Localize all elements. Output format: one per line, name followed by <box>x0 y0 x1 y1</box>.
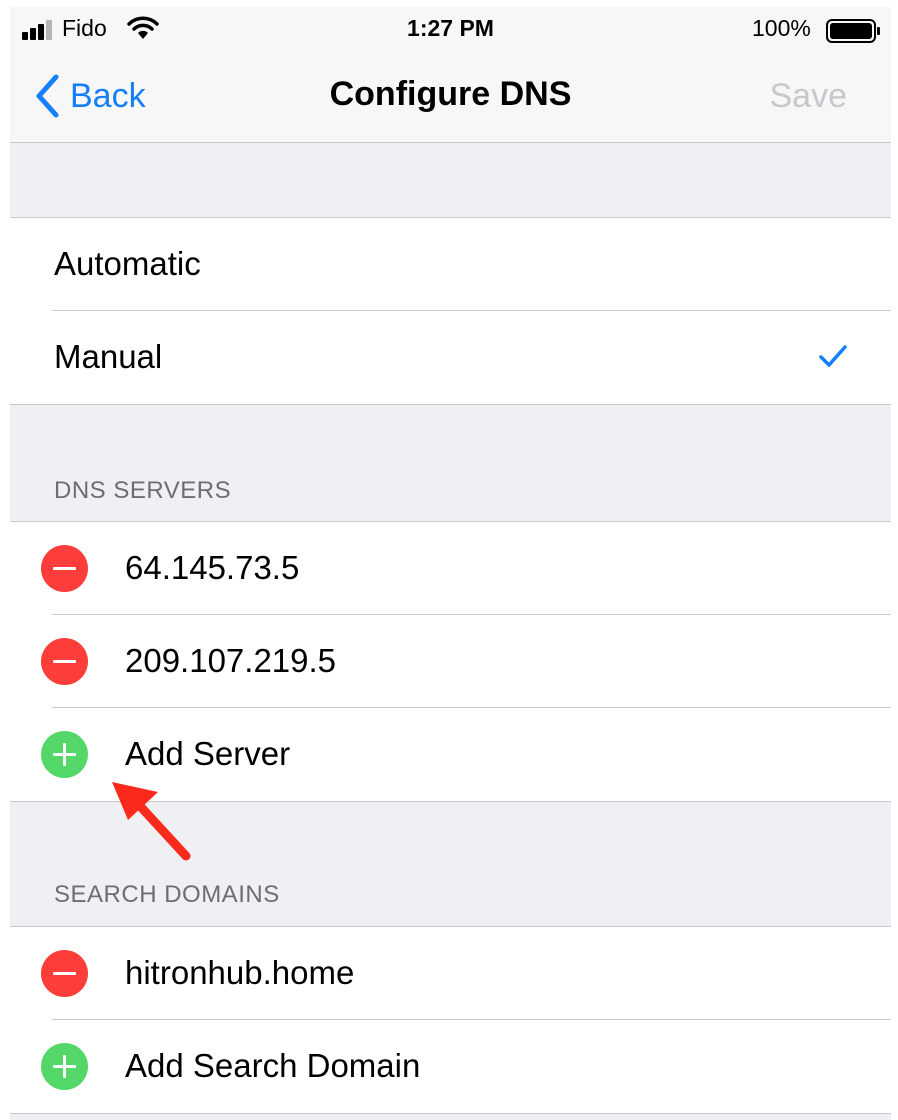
add-server-label: Add Server <box>125 735 291 772</box>
option-label: Manual <box>54 338 163 375</box>
dns-servers-header: DNS SERVERS <box>54 477 232 504</box>
option-automatic[interactable]: Automatic <box>10 218 891 311</box>
dns-mode-group: Automatic Manual <box>10 217 891 405</box>
search-domain-row: hitronhub.home <box>10 927 891 1020</box>
minus-icon <box>53 972 76 975</box>
search-domains-header: SEARCH DOMAINS <box>54 881 280 908</box>
status-bar: Fido 1:27 PM 100% <box>10 7 891 49</box>
checkmark-icon <box>819 345 847 367</box>
annotation-arrow-icon <box>112 782 191 861</box>
dns-server-address[interactable]: 64.145.73.5 <box>125 549 299 587</box>
top-border <box>10 0 891 7</box>
option-manual[interactable]: Manual <box>10 311 891 404</box>
delete-domain-button[interactable] <box>41 950 88 997</box>
option-label: Automatic <box>54 245 201 282</box>
plus-icon-vertical <box>63 1055 66 1078</box>
add-search-domain-row[interactable]: Add Search Domain <box>10 1020 891 1113</box>
battery-percent: 100% <box>752 15 811 41</box>
battery-icon <box>826 19 880 43</box>
dns-server-row: 64.145.73.5 <box>10 522 891 615</box>
dns-server-row: 209.107.219.5 <box>10 615 891 708</box>
delete-server-button[interactable] <box>41 545 88 592</box>
plus-icon-vertical <box>63 743 66 766</box>
delete-server-button[interactable] <box>41 638 88 685</box>
navigation-bar: Back Configure DNS Save <box>10 49 891 143</box>
settings-screen: Fido 1:27 PM 100% Back Configure DNS Sav… <box>10 0 891 1120</box>
add-search-domain-label: Add Search Domain <box>125 1047 421 1084</box>
search-domain-name[interactable]: hitronhub.home <box>125 954 354 992</box>
minus-icon <box>53 567 76 570</box>
dns-servers-group: 64.145.73.5 209.107.219.5 Add Server <box>10 521 891 802</box>
page-title: Configure DNS <box>329 75 572 113</box>
save-button[interactable]: Save <box>770 77 848 116</box>
add-search-domain-button[interactable] <box>41 1043 88 1090</box>
minus-icon <box>53 660 76 663</box>
add-server-button[interactable] <box>41 731 88 778</box>
dns-server-address[interactable]: 209.107.219.5 <box>125 642 336 680</box>
search-domains-group: hitronhub.home Add Search Domain <box>10 926 891 1114</box>
